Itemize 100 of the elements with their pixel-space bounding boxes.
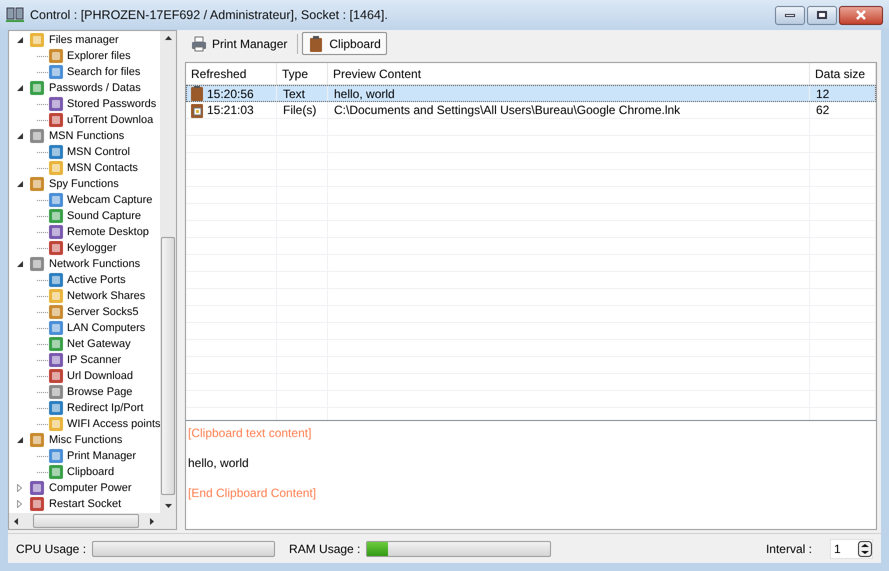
tree-item[interactable]: Sound Capture xyxy=(67,208,141,224)
tree-item[interactable]: Spy Functions xyxy=(49,176,119,192)
column-header[interactable]: Refreshed xyxy=(186,63,277,84)
tile-icon xyxy=(29,256,45,272)
expanded-arrow-icon[interactable] xyxy=(17,133,23,139)
tile-icon xyxy=(29,496,45,512)
tree-item[interactable]: Remote Desktop xyxy=(67,224,149,240)
tile-icon xyxy=(48,48,64,64)
content-header: [Clipboard text content] xyxy=(188,425,312,442)
window-title: Control : [PHROZEN-17EF692 / Administrateur], Socket : [1464]. xyxy=(30,6,388,24)
scroll-left-icon[interactable] xyxy=(14,518,18,524)
tile-icon xyxy=(48,208,64,224)
tree-item[interactable]: Restart Socket xyxy=(49,496,122,512)
tree-item[interactable]: Net Gateway xyxy=(67,336,131,352)
tree-item[interactable]: Files manager xyxy=(49,32,119,48)
column-header[interactable]: Preview Content xyxy=(328,63,810,84)
tile-icon xyxy=(48,144,64,160)
tree-item[interactable]: Redirect Ip/Port xyxy=(67,400,144,416)
horizontal-scrollbar[interactable] xyxy=(9,513,176,529)
tile-icon xyxy=(48,400,64,416)
tree-item[interactable]: Stored Passwords xyxy=(67,96,156,112)
meter-label: CPU Usage : xyxy=(16,540,86,558)
table-cell-text: 12 xyxy=(816,86,830,102)
table-row[interactable]: 15:20:56 Text hello, world 12 xyxy=(186,85,876,102)
column-header[interactable]: Type xyxy=(277,63,328,84)
tile-icon xyxy=(48,288,64,304)
interval-label: Interval : xyxy=(766,540,812,558)
tree-item[interactable]: Url Download xyxy=(67,368,134,384)
tree-item[interactable]: WIFI Access points xyxy=(67,416,160,432)
scroll-up-icon[interactable] xyxy=(164,36,172,40)
expanded-arrow-icon[interactable] xyxy=(17,85,23,91)
collapsed-arrow-icon[interactable] xyxy=(17,500,22,508)
minimize-button[interactable] xyxy=(775,6,805,24)
scroll-down-icon[interactable] xyxy=(164,504,172,508)
tree-item[interactable]: Network Functions xyxy=(49,256,140,272)
servers-icon xyxy=(6,7,24,23)
tree-item[interactable]: IP Scanner xyxy=(67,352,122,368)
tree-item[interactable]: Network Shares xyxy=(67,288,146,304)
table-cell-text: hello, world xyxy=(334,86,395,102)
tab[interactable]: Clipboard xyxy=(302,32,387,55)
content-footer: [End Clipboard Content] xyxy=(188,484,874,502)
table-cell: 15:21:03 xyxy=(207,102,254,118)
tree-item[interactable]: Active Ports xyxy=(67,272,126,288)
tile-icon xyxy=(48,224,64,240)
vertical-scrollbar[interactable] xyxy=(160,31,176,513)
tile-icon xyxy=(29,128,45,144)
maximize-icon xyxy=(817,11,827,19)
clipboard-icon xyxy=(308,36,324,52)
tree-item[interactable]: LAN Computers xyxy=(67,320,146,336)
column-header[interactable]: Data size xyxy=(810,63,876,84)
tree-item[interactable]: Passwords / Datas xyxy=(49,80,141,96)
collapsed-arrow-icon[interactable] xyxy=(17,484,22,492)
tile-icon xyxy=(48,160,64,176)
minimize-icon xyxy=(785,14,795,16)
table-cell: File(s) xyxy=(283,102,316,118)
meter-label: RAM Usage : xyxy=(289,540,360,558)
interval-spinner[interactable]: 1 xyxy=(830,538,873,558)
tree-item[interactable]: Computer Power xyxy=(49,480,132,496)
table-cell: C:\Documents and Settings\All Users\Bureau\Google Chrome.lnk xyxy=(334,102,680,118)
tile-icon xyxy=(48,336,64,352)
tree-item[interactable]: MSN Contacts xyxy=(67,160,138,176)
table-cell: 62 xyxy=(816,102,830,118)
tile-icon xyxy=(29,176,45,192)
tree-item[interactable]: Search for files xyxy=(67,64,140,80)
tree-item[interactable]: Server Socks5 xyxy=(67,304,139,320)
clipboard-file-icon xyxy=(191,102,203,118)
tile-icon xyxy=(48,96,64,112)
expanded-arrow-icon[interactable] xyxy=(17,261,23,267)
tree-item[interactable]: Clipboard xyxy=(67,464,114,480)
tile-icon xyxy=(48,272,64,288)
tile-icon xyxy=(48,240,64,256)
tree-item[interactable]: Print Manager xyxy=(67,448,136,464)
expanded-arrow-icon[interactable] xyxy=(17,37,23,43)
expanded-arrow-icon[interactable] xyxy=(17,437,23,443)
spin-arrows-icon[interactable] xyxy=(858,540,872,556)
tree-item[interactable]: Keylogger xyxy=(67,240,117,256)
close-button[interactable] xyxy=(839,6,883,24)
tile-icon xyxy=(29,480,45,496)
tile-icon xyxy=(48,320,64,336)
tile-icon xyxy=(48,352,64,368)
tile-icon xyxy=(48,416,64,432)
table-row[interactable]: 15:21:03 File(s) C:\Documents and Settings\All Users\Bureau\Google Chrome.lnk 62 xyxy=(186,102,876,119)
tree-item[interactable]: Misc Functions xyxy=(49,432,122,448)
tile-icon xyxy=(48,368,64,384)
scroll-right-icon[interactable] xyxy=(150,518,154,524)
tree-item[interactable]: MSN Control xyxy=(67,144,130,160)
tile-icon xyxy=(48,304,64,320)
clipboard-text: hello, world xyxy=(188,455,250,472)
tree-item[interactable]: Browse Page xyxy=(67,384,132,400)
tree-item[interactable]: Explorer files xyxy=(67,48,131,64)
printer-icon xyxy=(191,36,207,52)
tree-item[interactable]: uTorrent Downloa xyxy=(67,112,154,128)
tree-item[interactable]: Webcam Capture xyxy=(67,192,152,208)
tile-icon xyxy=(48,64,64,80)
maximize-button[interactable] xyxy=(807,6,837,24)
tree-item[interactable]: MSN Functions xyxy=(49,128,124,144)
expanded-arrow-icon[interactable] xyxy=(17,181,23,187)
close-icon xyxy=(855,10,867,20)
tile-icon xyxy=(29,80,45,96)
tab[interactable]: Print Manager xyxy=(185,32,294,55)
